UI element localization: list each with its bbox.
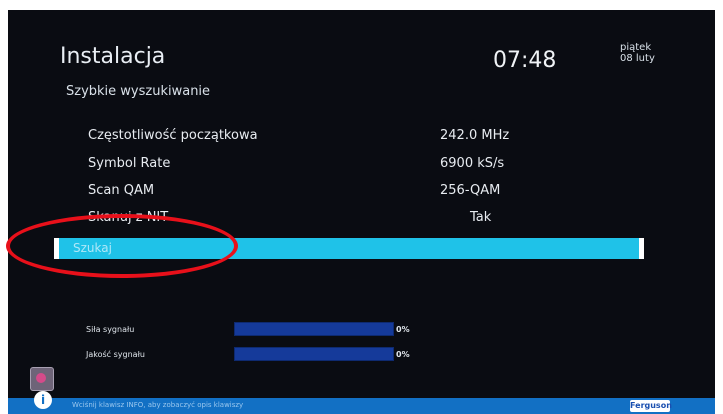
signal-quality-bar xyxy=(234,347,394,361)
brand-logo: Ferguson xyxy=(630,400,672,412)
tv-screen: Instalacja Szybkie wyszukiwanie 07:48 pi… xyxy=(8,10,715,414)
info-icon: i xyxy=(34,391,52,409)
satellite-icon xyxy=(30,367,54,391)
setting-value-frequency[interactable]: 242.0 MHz xyxy=(440,128,509,143)
signal-quality-value: 0% xyxy=(396,350,410,359)
clock: 07:48 xyxy=(493,48,557,73)
setting-label-symbol-rate[interactable]: Symbol Rate xyxy=(88,156,170,171)
date-display: piątek 08 luty xyxy=(620,42,655,64)
annotation-circle xyxy=(6,214,238,278)
date-label: 08 luty xyxy=(620,53,655,64)
page-title: Instalacja xyxy=(60,44,166,69)
setting-value-scan-qam[interactable]: 256-QAM xyxy=(440,183,500,198)
setting-label-frequency[interactable]: Częstotliwość początkowa xyxy=(88,128,258,143)
footer-hint: Wciśnij klawisz INFO, aby zobaczyć opis … xyxy=(72,401,244,409)
setting-value-symbol-rate[interactable]: 6900 kS/s xyxy=(440,156,504,171)
page-subtitle: Szybkie wyszukiwanie xyxy=(66,84,211,99)
signal-strength-bar xyxy=(234,322,394,336)
signal-strength-value: 0% xyxy=(396,325,410,334)
day-label: piątek xyxy=(620,42,652,53)
signal-strength-label: Siła sygnału xyxy=(86,325,135,334)
signal-quality-label: Jakość sygnału xyxy=(86,350,145,359)
setting-label-scan-qam[interactable]: Scan QAM xyxy=(88,183,154,198)
setting-value-scan-nit[interactable]: Tak xyxy=(470,210,491,225)
